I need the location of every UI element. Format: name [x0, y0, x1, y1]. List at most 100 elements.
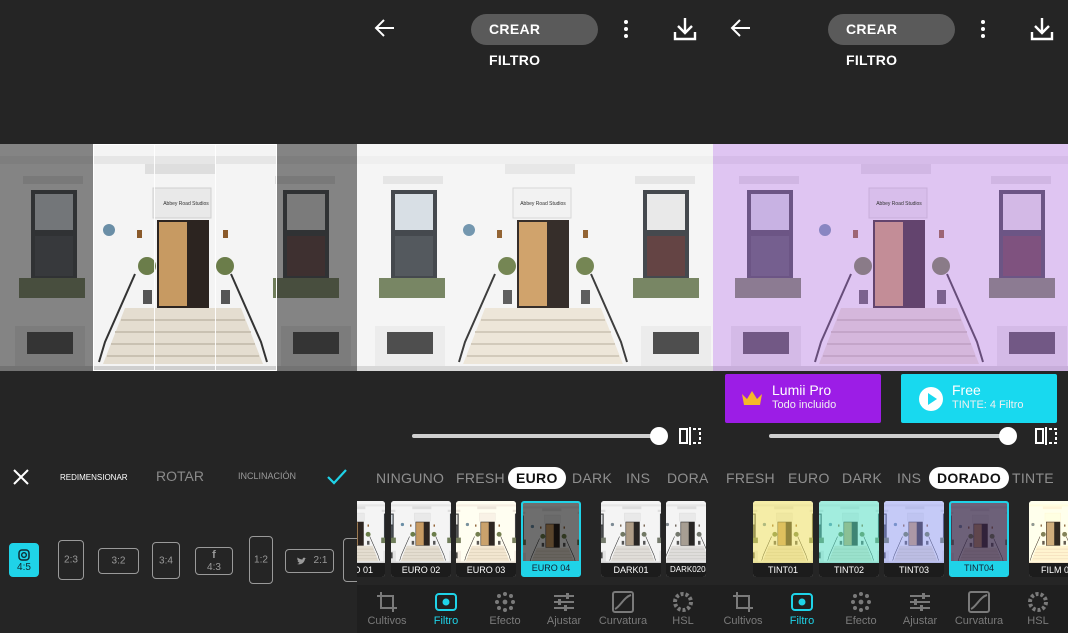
crop-panel: Abbey Road Studios REDIMENSIONAR ROTAR I… [0, 0, 357, 633]
play-icon [919, 387, 943, 411]
photo-image [357, 144, 713, 371]
slider-knob[interactable] [999, 427, 1017, 445]
tab-dorado[interactable]: DORADO [929, 467, 1010, 489]
effect-icon [851, 592, 871, 612]
building-sign: Abbey Road Studios [163, 201, 209, 207]
ratio-2-1[interactable]: 2:1 [285, 549, 334, 573]
check-icon[interactable] [326, 467, 348, 487]
filter-icon [791, 593, 813, 611]
intensity-slider[interactable] [412, 427, 668, 445]
photo-preview: Abbey Road Studios [0, 144, 357, 371]
slider-knob[interactable] [650, 427, 668, 445]
tab-dark[interactable]: DARK [572, 467, 612, 489]
tab-inclinacion[interactable]: INCLINACIÓN [238, 471, 296, 481]
ratio-4-5[interactable]: 4:5 [9, 543, 39, 577]
facebook-icon: f [212, 549, 216, 561]
more-vertical-icon[interactable] [619, 18, 633, 42]
intensity-slider[interactable] [769, 427, 1017, 445]
filter-thumb[interactable]: O 01 [357, 501, 385, 577]
filter-category-tabs: FRESH EURO DARK INS DORADO TINTE [713, 467, 1068, 491]
crop-frame[interactable] [93, 144, 277, 371]
top-bar: CREAR FILTRO [357, 0, 713, 68]
ratio-1-2[interactable]: 1:2 [249, 536, 273, 584]
nav-filtro[interactable]: Filtro [416, 585, 476, 633]
filter-thumb[interactable]: FILM 0 [1029, 501, 1068, 577]
tab-rotar[interactable]: ROTAR [156, 468, 204, 484]
ratio-3-4[interactable]: 3:4 [152, 542, 180, 579]
tab-ins[interactable]: INS [897, 467, 921, 489]
filter-thumb-selected[interactable]: TINT04 [949, 501, 1009, 577]
tab-ins[interactable]: INS [626, 467, 650, 489]
filter-thumb[interactable]: TINT01 [753, 501, 813, 577]
more-vertical-icon[interactable] [976, 18, 990, 42]
crown-icon [742, 391, 762, 405]
instagram-icon [18, 549, 30, 561]
tab-tinte[interactable]: TINTE [1012, 467, 1054, 489]
crop-icon [733, 592, 753, 612]
filter-thumb-selected[interactable]: EURO 04 [521, 501, 581, 577]
tab-fresh[interactable]: FRESH [726, 467, 775, 489]
nav-cultivos[interactable]: Cultivos [713, 585, 773, 633]
download-icon[interactable] [673, 16, 697, 42]
nav-efecto[interactable]: Efecto [831, 585, 891, 633]
bottom-navigation: Cultivos Filtro Efecto Ajustar Curvatura… [357, 585, 713, 633]
tab-fresh[interactable]: FRESH [456, 467, 505, 489]
effect-icon [495, 592, 515, 612]
ratio-4-3[interactable]: f 4:3 [195, 547, 233, 575]
building-sign: Abbey Road Studios [520, 201, 566, 207]
nav-curvatura[interactable]: Curvatura [949, 585, 1009, 633]
nav-ajustar[interactable]: Ajustar [534, 585, 594, 633]
crop-dim-right [277, 144, 357, 371]
filter-panel-tinte: CREAR FILTRO Abbey Road Studios Lumii Pr… [713, 0, 1068, 633]
arrow-left-icon[interactable] [729, 16, 753, 40]
filter-thumb[interactable]: EURO 02 [391, 501, 451, 577]
tab-dark[interactable]: DARK [842, 467, 882, 489]
crop-icon [377, 592, 397, 612]
filter-panel-euro: CREAR FILTRO Abbey Road Studios NINGUNO … [357, 0, 713, 633]
filter-thumbnails: TINT01 TINT02 TINT03 TINT04 FILM 0 [713, 501, 1068, 579]
photo-preview: Abbey Road Studios [357, 144, 713, 371]
tab-redimensionar[interactable]: REDIMENSIONAR [60, 473, 128, 482]
create-filter-button[interactable]: CREAR FILTRO [828, 14, 955, 68]
hsl-icon [673, 592, 693, 612]
building-sign: Abbey Road Studios [876, 201, 922, 207]
twitter-icon [297, 557, 307, 565]
nav-ajustar[interactable]: Ajustar [890, 585, 950, 633]
compare-icon[interactable] [1034, 427, 1058, 445]
crop-toolbar: REDIMENSIONAR ROTAR INCLINACIÓN [0, 460, 357, 494]
download-icon[interactable] [1030, 16, 1054, 42]
nav-hsl[interactable]: HSL [653, 585, 713, 633]
nav-curvatura[interactable]: Curvatura [593, 585, 653, 633]
lumii-pro-banner[interactable]: Lumii Pro Todo incluido [725, 374, 881, 423]
compare-icon[interactable] [678, 427, 702, 445]
arrow-left-icon[interactable] [373, 16, 397, 40]
nav-filtro[interactable]: Filtro [772, 585, 832, 633]
filter-thumb[interactable]: TINT02 [819, 501, 879, 577]
ratio-2-3[interactable]: 2:3 [58, 540, 84, 580]
tab-euro[interactable]: EURO [788, 467, 830, 489]
free-trial-banner[interactable]: Free TINTE: 4 Filtro [901, 374, 1057, 423]
top-bar: CREAR FILTRO [713, 0, 1068, 68]
tab-dora[interactable]: DORA [667, 467, 709, 489]
filter-category-tabs: NINGUNO FRESH EURO DARK INS DORA [357, 467, 713, 491]
tint-overlay [713, 144, 1068, 371]
close-icon[interactable] [12, 468, 30, 486]
filter-thumb[interactable]: EURO 03 [456, 501, 516, 577]
tab-euro[interactable]: EURO [508, 467, 566, 489]
filter-icon [435, 593, 457, 611]
tab-ninguno[interactable]: NINGUNO [376, 467, 444, 489]
aspect-ratio-list: 4:5 2:3 3:2 3:4 f 4:3 1:2 2:1 [0, 536, 357, 588]
filter-thumb[interactable]: DARK01 [601, 501, 661, 577]
nav-cultivos[interactable]: Cultivos [357, 585, 417, 633]
nav-hsl[interactable]: HSL [1008, 585, 1068, 633]
bottom-navigation: Cultivos Filtro Efecto Ajustar Curvatura… [713, 585, 1068, 633]
filter-thumbnails: O 01 EURO 02 EURO 03 EURO 04 DARK01 DARK… [357, 501, 713, 579]
filter-thumb[interactable]: TINT03 [884, 501, 944, 577]
filter-thumb[interactable]: DARK0204 [666, 501, 706, 577]
curve-icon [968, 591, 990, 613]
hsl-icon [1028, 592, 1048, 612]
ratio-partial[interactable] [343, 538, 357, 582]
ratio-3-2[interactable]: 3:2 [98, 548, 139, 574]
create-filter-button[interactable]: CREAR FILTRO [471, 14, 598, 68]
nav-efecto[interactable]: Efecto [475, 585, 535, 633]
